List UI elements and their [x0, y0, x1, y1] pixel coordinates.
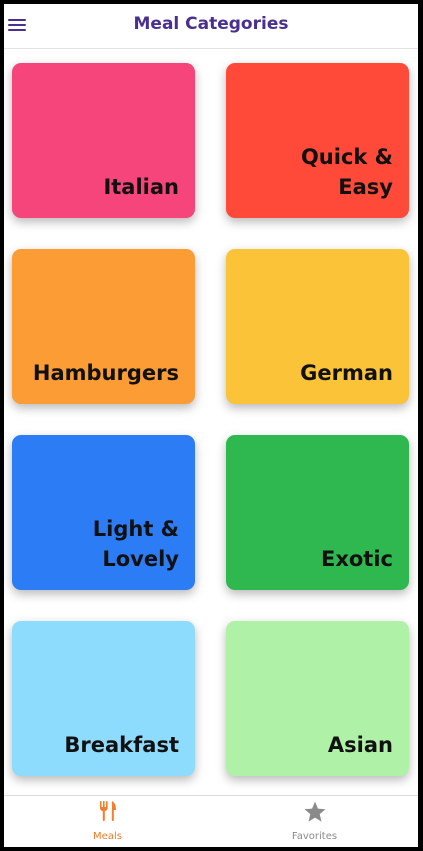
- category-label: Italian: [103, 175, 179, 199]
- tab-meals[interactable]: Meals: [4, 796, 211, 847]
- category-label: German: [300, 361, 393, 385]
- app-screen: Meal Categories Italian Quick & Easy Ham…: [4, 4, 418, 847]
- fork-knife-icon: [4, 800, 211, 826]
- category-label: Breakfast: [64, 733, 179, 757]
- star-icon: [211, 800, 418, 826]
- page-title: Meal Categories: [133, 14, 289, 34]
- category-tile-hamburgers[interactable]: Hamburgers: [12, 249, 195, 404]
- category-label: Light & Lovely: [92, 517, 179, 571]
- category-tile-asian[interactable]: Asian: [226, 621, 409, 776]
- tab-label-favorites: Favorites: [291, 831, 338, 842]
- category-label: Asian: [327, 733, 393, 757]
- tab-favorites[interactable]: Favorites: [211, 796, 418, 847]
- category-label: Quick & Easy: [300, 145, 393, 199]
- category-tile-quick-easy[interactable]: Quick & Easy: [226, 63, 409, 218]
- category-label: Hamburgers: [32, 361, 179, 385]
- app-header: Meal Categories: [4, 4, 418, 49]
- category-label: Exotic: [320, 547, 393, 571]
- category-tile-exotic[interactable]: Exotic: [226, 435, 409, 590]
- category-tile-german[interactable]: German: [226, 249, 409, 404]
- bottom-tab-bar: Meals Favorites: [4, 795, 418, 847]
- category-grid: Italian Quick & Easy Hamburgers German L…: [4, 49, 418, 795]
- category-tile-light-lovely[interactable]: Light & Lovely: [12, 435, 195, 590]
- category-tile-breakfast[interactable]: Breakfast: [12, 621, 195, 776]
- tab-label-meals: Meals: [93, 831, 122, 842]
- category-tile-italian[interactable]: Italian: [12, 63, 195, 218]
